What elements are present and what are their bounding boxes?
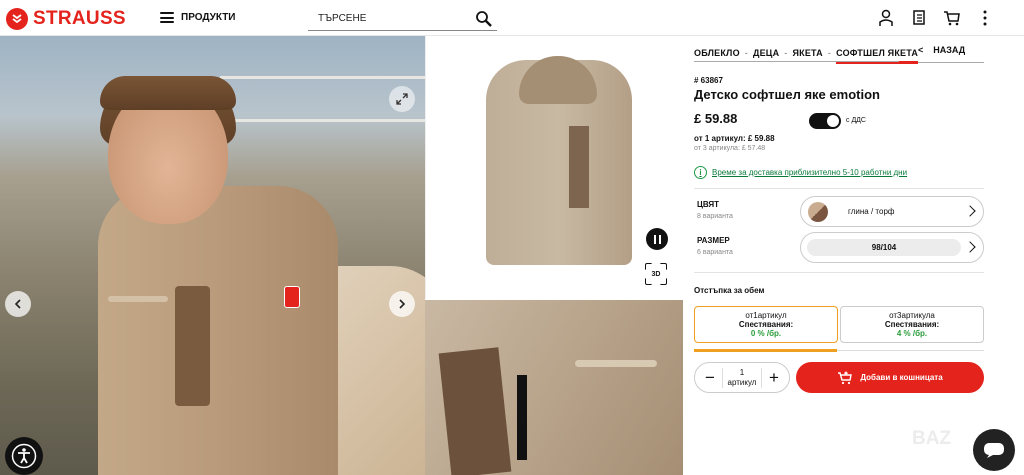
delivery-info[interactable]: i Време за доставка приблизително 5-10 р… xyxy=(694,166,907,179)
size-label: РАЗМЕР xyxy=(697,236,730,245)
price-tier-3: от 3 артикула: £ 57.48 xyxy=(694,145,766,152)
qty-display[interactable]: 1 артикул xyxy=(721,367,763,388)
vat-toggle[interactable] xyxy=(809,113,841,129)
breadcrumb-item[interactable]: ДЕЦА xyxy=(753,48,779,58)
brand-badge-image xyxy=(284,286,300,308)
color-swatch xyxy=(808,201,828,222)
search-icon[interactable] xyxy=(475,10,493,33)
qty-value: 1 xyxy=(739,367,745,377)
model-fringe xyxy=(100,76,236,110)
jacket-zip-panel xyxy=(175,286,210,406)
discount-tier-3[interactable]: от3артикула Спестявания: 4 % /бр. xyxy=(840,306,984,343)
view-3d-label: 3D xyxy=(651,270,661,278)
qty-unit: артикул xyxy=(727,377,757,387)
products-menu-label: ПРОДУКТИ xyxy=(181,12,236,23)
chevron-right-icon xyxy=(964,241,976,253)
detail-zip xyxy=(517,375,527,460)
add-to-cart-button[interactable]: Добави в кошницата xyxy=(796,362,984,393)
tier-pct: 4 % /бр. xyxy=(896,329,928,338)
expand-button[interactable] xyxy=(389,86,415,112)
jacket-image xyxy=(98,186,338,475)
accessibility-button[interactable] xyxy=(5,437,43,475)
add-to-cart-label: Добави в кошницата xyxy=(860,373,943,382)
product-packshot[interactable] xyxy=(425,36,683,298)
breadcrumb-item[interactable]: ЯКЕТА xyxy=(792,48,822,58)
tier-qty: от1артикул xyxy=(745,311,787,320)
tier-savings-label: Спестявания: xyxy=(738,320,794,329)
divider xyxy=(694,272,984,273)
view-3d-button[interactable]: 3D xyxy=(645,263,667,285)
hamburger-icon xyxy=(160,12,174,23)
discount-tier-1[interactable]: от1артикул Спестявания: 0 % /бр. xyxy=(694,306,838,343)
color-selector[interactable]: глина / торф xyxy=(800,196,984,227)
gallery-next-button[interactable] xyxy=(389,291,415,317)
breadcrumb-separator: - xyxy=(744,48,748,58)
delivery-text: Време за доставка приблизително 5-10 раб… xyxy=(712,168,908,177)
qty-plus-button[interactable]: + xyxy=(767,369,781,386)
chevron-right-icon xyxy=(399,299,406,309)
color-label: ЦВЯТ xyxy=(697,200,720,209)
search-input[interactable] xyxy=(308,12,468,24)
brand-name: STRAUSS xyxy=(33,8,126,29)
account-icon[interactable] xyxy=(877,9,895,27)
detail-photo[interactable] xyxy=(425,300,683,475)
size-selector[interactable]: 98/104 xyxy=(800,232,984,263)
products-menu-button[interactable]: ПРОДУКТИ xyxy=(160,12,236,23)
tier-savings-label: Спестявания: xyxy=(884,320,940,329)
search-bar xyxy=(308,6,497,31)
back-button[interactable]: < НАЗАД xyxy=(918,45,984,63)
wishlist-icon[interactable] xyxy=(910,9,928,27)
size-count: 6 варианта xyxy=(697,249,733,256)
site-header: STRAUSS ПРОДУКТИ xyxy=(0,0,1024,36)
chevron-left-icon xyxy=(14,299,21,309)
gallery-prev-button[interactable] xyxy=(5,291,31,317)
detail-stripe xyxy=(438,347,512,475)
cart-add-icon xyxy=(838,371,853,384)
expand-icon xyxy=(396,93,408,105)
header-icons xyxy=(877,9,994,27)
back-label: НАЗАД xyxy=(933,45,966,55)
tier-qty: от3артикула xyxy=(889,311,935,320)
main-product-photo[interactable] xyxy=(0,36,425,475)
vat-label: с ДДС xyxy=(846,117,866,124)
jacket-pocket xyxy=(108,296,168,302)
qty-minus-button[interactable]: − xyxy=(703,369,717,386)
product-price: £ 59.88 xyxy=(694,111,738,126)
color-value: глина / торф xyxy=(848,207,895,216)
chat-bubble-icon[interactable] xyxy=(973,429,1015,471)
tier-pct: 0 % /бр. xyxy=(750,329,782,338)
cart-icon[interactable] xyxy=(943,9,961,27)
volume-discount-title: Отстъпка за обем xyxy=(694,286,765,295)
breadcrumb-separator: - xyxy=(827,48,832,58)
watermark-text: BAZ xyxy=(912,428,952,449)
breadcrumb-underline xyxy=(694,61,899,62)
pause-button[interactable] xyxy=(646,228,668,250)
chevron-right-icon xyxy=(964,205,976,217)
more-icon[interactable] xyxy=(976,9,994,27)
price-tier-1: от 1 артикул: £ 59.88 xyxy=(694,134,775,143)
product-sku: # 63867 xyxy=(694,76,723,85)
size-value: 98/104 xyxy=(807,239,961,256)
divider xyxy=(694,188,984,189)
breadcrumb-item[interactable]: ОБЛЕКЛО xyxy=(694,48,740,58)
quantity-stepper: − 1 артикул + xyxy=(694,362,790,393)
logo-mark-icon xyxy=(6,8,28,30)
packshot-zip-panel xyxy=(569,126,589,208)
info-icon: i xyxy=(694,166,707,179)
accessibility-icon xyxy=(11,443,37,469)
brand-logo[interactable]: STRAUSS xyxy=(6,8,126,30)
tier-progress-fill xyxy=(694,349,837,352)
color-count: 8 варианта xyxy=(697,213,733,220)
detail-pocket xyxy=(575,360,657,367)
pause-icon xyxy=(653,234,656,244)
back-arrow-icon: < xyxy=(918,45,924,55)
breadcrumb-separator: - xyxy=(784,48,788,58)
product-title: Детско софтшел яке emotion xyxy=(694,87,880,102)
